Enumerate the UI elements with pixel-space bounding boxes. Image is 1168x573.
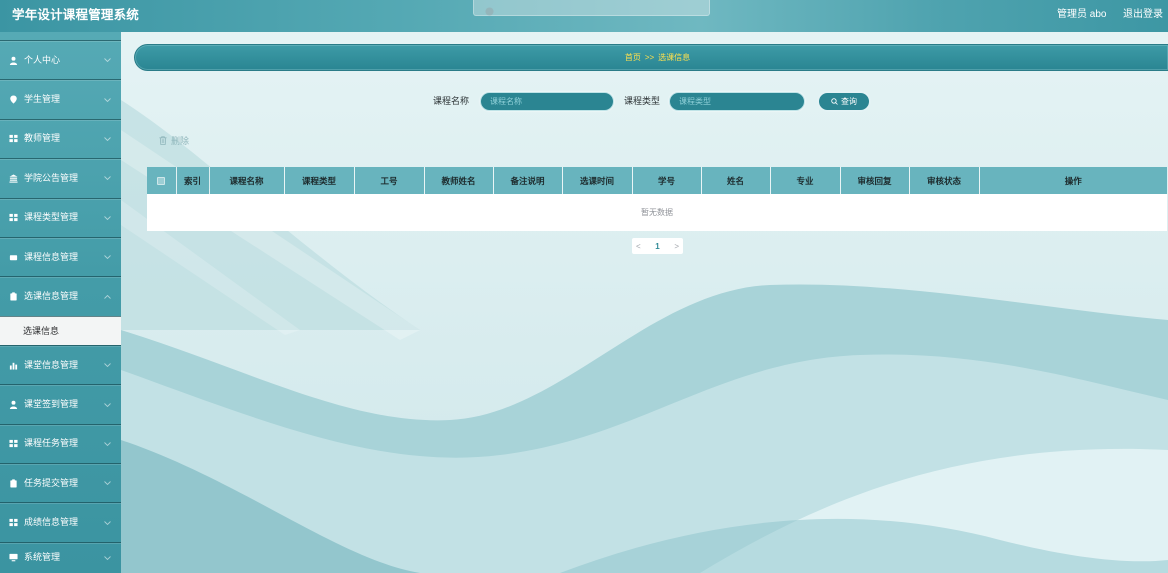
chevron-down-icon	[104, 363, 111, 368]
breadcrumb-separator: >>	[644, 53, 655, 62]
table-header-row: 索引 课程名称 课程类型 工号 教师姓名 备注说明 选课时间 学号 姓名 专业 …	[147, 167, 1167, 194]
chevron-down-icon	[104, 176, 111, 181]
course-name-label: 课程名称	[433, 96, 470, 106]
sidebar-item-task-submission-management[interactable]: 任务提交管理	[0, 463, 121, 502]
chevron-down-icon	[104, 520, 111, 525]
column-header-course-name: 课程名称	[209, 167, 285, 194]
building-icon	[9, 174, 18, 183]
column-header-index: 索引	[176, 167, 210, 194]
chevron-down-icon	[104, 97, 111, 102]
sidebar-item-personal-center[interactable]: 个人中心	[0, 40, 121, 79]
sidebar-item-label: 学院公告管理	[24, 172, 79, 183]
grid-icon	[9, 213, 18, 222]
chevron-down-icon	[104, 255, 111, 260]
pin-icon	[9, 95, 18, 104]
monitor-icon	[9, 553, 18, 562]
course-type-input[interactable]	[669, 92, 805, 111]
sidebar-subitem-label: 选课信息	[23, 326, 60, 337]
delete-button[interactable]: 删除	[159, 134, 189, 146]
search-button-label: 查询	[841, 97, 857, 106]
sidebar-item-course-info-management[interactable]: 课程信息管理	[0, 236, 121, 276]
sidebar-subitem-course-selection[interactable]: 选课信息	[0, 315, 121, 345]
sidebar-item-class-checkin-management[interactable]: 课堂签到管理	[0, 384, 121, 423]
breadcrumb-current: 选课信息	[658, 53, 691, 62]
sidebar-item-label: 课堂信息管理	[24, 359, 79, 370]
select-all-checkbox[interactable]	[157, 177, 166, 186]
current-user-label: 管理员 abo	[1057, 9, 1107, 20]
chevron-down-icon	[104, 215, 111, 220]
column-header-review-status: 审核状态	[909, 167, 980, 194]
sidebar-item-course-type-management[interactable]: 课程类型管理	[0, 197, 121, 237]
check-circle-icon	[485, 3, 494, 16]
trash-icon	[159, 135, 167, 145]
sidebar-item-label: 学生管理	[24, 94, 61, 105]
clipboard-icon	[9, 479, 18, 488]
sidebar-item-college-notice-management[interactable]: 学院公告管理	[0, 158, 121, 197]
search-icon	[831, 98, 838, 105]
sidebar-item-label: 任务提交管理	[24, 477, 79, 488]
toast-message	[473, 0, 710, 16]
sidebar-item-class-info-management[interactable]: 课堂信息管理	[0, 344, 121, 384]
sidebar-item-label: 选课信息管理	[24, 291, 79, 302]
column-header-student-id: 学号	[632, 167, 702, 194]
grid-icon	[9, 439, 18, 448]
column-header-staff-id: 工号	[354, 167, 425, 194]
sidebar-item-label: 课程信息管理	[24, 251, 79, 262]
pagination-page-1[interactable]: 1	[655, 242, 659, 251]
sidebar-item-student-management[interactable]: 学生管理	[0, 79, 121, 118]
grid-icon	[9, 134, 18, 143]
chevron-down-icon	[104, 58, 111, 63]
sidebar-item-label: 课堂签到管理	[24, 399, 79, 409]
column-header-major: 专业	[770, 167, 841, 194]
course-name-input[interactable]	[480, 92, 614, 111]
sidebar-item-label: 课程任务管理	[24, 438, 79, 449]
course-selection-table: 索引 课程名称 课程类型 工号 教师姓名 备注说明 选课时间 学号 姓名 专业 …	[147, 167, 1167, 231]
sidebar-item-label: 个人中心	[24, 54, 61, 65]
chevron-down-icon	[104, 402, 111, 407]
sidebar-item-label: 系统管理	[24, 552, 61, 563]
card-icon	[9, 253, 18, 262]
table-empty-row: 暂无数据	[147, 194, 1167, 231]
pagination-prev-button[interactable]: <	[636, 242, 641, 251]
pagination: < 1 >	[632, 238, 683, 254]
sidebar-item-grade-info-management[interactable]: 成绩信息管理	[0, 502, 121, 541]
chevron-up-icon	[104, 294, 111, 299]
search-button[interactable]: 查询	[817, 91, 871, 112]
column-header-name: 姓名	[701, 167, 771, 194]
chevron-down-icon	[104, 137, 111, 141]
sidebar: 个人中心 学生管理 教师管理 学院公告管理 课程类型管理 课程信息管理 选课信息…	[0, 32, 121, 573]
clipboard-icon	[9, 292, 18, 301]
chevron-down-icon	[104, 481, 111, 486]
chevron-down-icon	[104, 442, 111, 446]
column-header-actions: 操作	[979, 167, 1167, 194]
grid-icon	[9, 518, 18, 527]
bar-chart-icon	[9, 361, 18, 370]
column-header-remarks: 备注说明	[493, 167, 563, 194]
pagination-next-button[interactable]: >	[674, 242, 679, 251]
app-title: 学年设计课程管理系统	[12, 8, 140, 22]
column-header-teacher-name: 教师姓名	[424, 167, 494, 194]
sidebar-item-label: 教师管理	[24, 133, 61, 144]
user-icon	[9, 56, 18, 65]
column-header-review-reply: 审核回复	[840, 167, 910, 194]
course-type-label: 课程类型	[624, 96, 661, 106]
sidebar-item-system-management[interactable]: 系统管理	[0, 541, 121, 573]
sidebar-item-teacher-management[interactable]: 教师管理	[0, 118, 121, 158]
select-all-cell	[147, 167, 177, 194]
sidebar-item-label: 成绩信息管理	[24, 517, 79, 528]
column-header-course-type: 课程类型	[284, 167, 355, 194]
column-header-selection-time: 选课时间	[562, 167, 633, 194]
user-icon	[9, 400, 18, 409]
sidebar-item-course-task-management[interactable]: 课程任务管理	[0, 423, 121, 463]
breadcrumb: 首页 >> 选课信息	[134, 44, 1168, 71]
delete-button-label: 删除	[171, 135, 190, 146]
breadcrumb-home[interactable]: 首页	[625, 52, 641, 63]
sidebar-item-label: 课程类型管理	[24, 212, 79, 223]
empty-state-text: 暂无数据	[147, 194, 1167, 231]
sidebar-item-course-selection-management[interactable]: 选课信息管理	[0, 276, 121, 315]
background-waves	[0, 0, 1168, 573]
chevron-down-icon	[104, 556, 111, 560]
logout-link[interactable]: 退出登录	[1123, 8, 1163, 22]
